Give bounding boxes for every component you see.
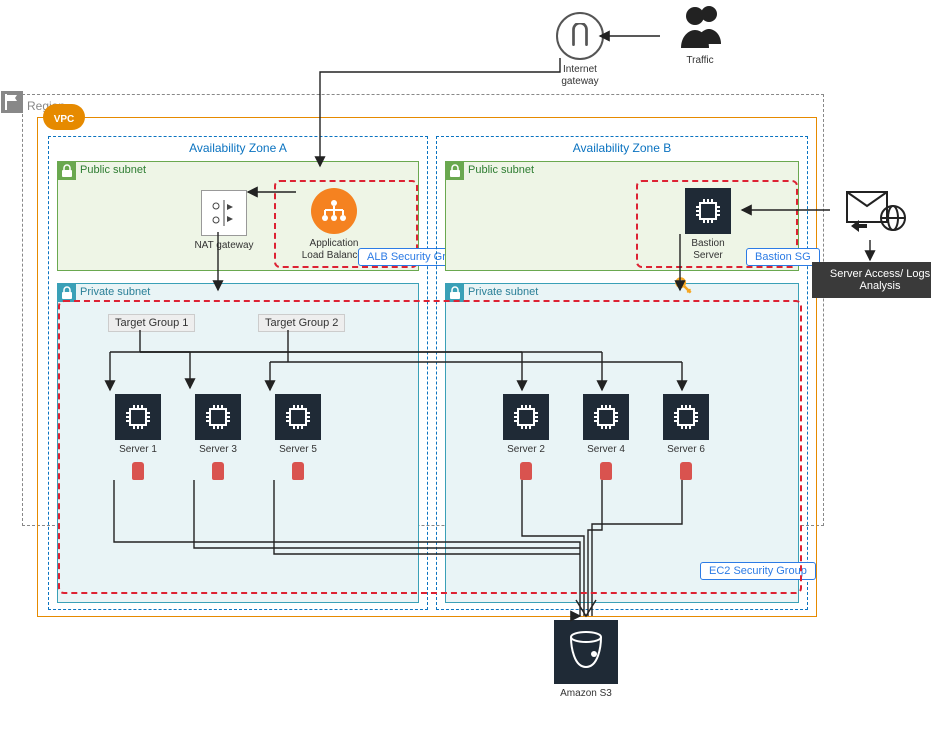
availability-zone-b: Availability Zone B Public subnet Bastio… (436, 136, 808, 610)
igw-icon (556, 12, 604, 60)
subnet-tab-icon (446, 284, 464, 302)
mail-globe-icon (845, 186, 909, 236)
ebs-volume-icon (600, 462, 612, 480)
alb-icon (311, 188, 357, 234)
nat-label: NAT gateway (188, 240, 260, 252)
ebs-volume-icon (292, 462, 304, 480)
logs-analysis-label: Server Access/ Logs Analysis (830, 268, 930, 292)
s3-label: Amazon S3 (546, 688, 626, 700)
server-2-label: Server 2 (496, 444, 556, 456)
vpc-icon: VPC (43, 104, 85, 130)
ec2-sg-tag: EC2 Security Group (700, 562, 816, 580)
private-subnet-b: Private subnet Server 2 Server 4 Server … (445, 283, 799, 603)
server-6: Server 6 (656, 394, 716, 480)
traffic: Traffic (665, 4, 735, 67)
subnet-tab-icon (58, 162, 76, 180)
nat-icon (201, 190, 247, 236)
public-subnet-b-label: Public subnet (468, 164, 534, 176)
bastion-server: Bastion Server (672, 188, 744, 262)
ec2-icon (583, 394, 629, 440)
server-5-label: Server 5 (268, 444, 328, 456)
az-b-label: Availability Zone B (437, 137, 807, 159)
server-3: Server 3 (188, 394, 248, 480)
availability-zone-a: Availability Zone A Public subnet NAT ga… (48, 136, 428, 610)
private-subnet-a: Private subnet Target Group 1 Target Gro… (57, 283, 419, 603)
private-subnet-b-label: Private subnet (468, 286, 538, 298)
logs-analysis-box: Server Access/ Logs Analysis (812, 262, 931, 298)
target-group-2: Target Group 2 (258, 314, 345, 332)
ec2-icon (685, 188, 731, 234)
ebs-volume-icon (212, 462, 224, 480)
internet-gateway: Internet gateway (545, 12, 615, 88)
server-4-label: Server 4 (576, 444, 636, 456)
ebs-volume-icon (520, 462, 532, 480)
igw-label: Internet gateway (545, 64, 615, 88)
az-a-label: Availability Zone A (49, 137, 427, 159)
server-5: Server 5 (268, 394, 328, 480)
amazon-s3: Amazon S3 (546, 620, 626, 700)
bastion-label: Bastion Server (672, 238, 744, 262)
public-subnet-a-label: Public subnet (80, 164, 146, 176)
subnet-tab-icon (446, 162, 464, 180)
public-subnet-b: Public subnet Bastion Server Bastion SG (445, 161, 799, 271)
server-3-label: Server 3 (188, 444, 248, 456)
server-4: Server 4 (576, 394, 636, 480)
ec2-icon (663, 394, 709, 440)
subnet-tab-icon (58, 284, 76, 302)
traffic-label: Traffic (665, 55, 735, 67)
svg-text:VPC: VPC (54, 114, 75, 125)
public-subnet-a: Public subnet NAT gateway Application Lo… (57, 161, 419, 271)
target-group-1: Target Group 1 (108, 314, 195, 332)
nat-gateway: NAT gateway (188, 190, 260, 252)
server-1-label: Server 1 (108, 444, 168, 456)
bastion-sg-tag: Bastion SG (746, 248, 820, 266)
private-subnet-a-label: Private subnet (80, 286, 150, 298)
ec2-icon (503, 394, 549, 440)
ec2-icon (195, 394, 241, 440)
ebs-volume-icon (132, 462, 144, 480)
server-1: Server 1 (108, 394, 168, 480)
traffic-icon (673, 4, 727, 48)
region-tab-icon (1, 91, 23, 113)
server-6-label: Server 6 (656, 444, 716, 456)
ec2-icon (275, 394, 321, 440)
key-icon (674, 276, 694, 302)
ec2-icon (115, 394, 161, 440)
ebs-volume-icon (680, 462, 692, 480)
region-container: Region VPC Availability Zone A Public su… (22, 94, 824, 526)
vpc-container: VPC Availability Zone A Public subnet NA… (37, 117, 817, 617)
s3-icon (554, 620, 618, 684)
server-2: Server 2 (496, 394, 556, 480)
external-access (832, 186, 922, 239)
